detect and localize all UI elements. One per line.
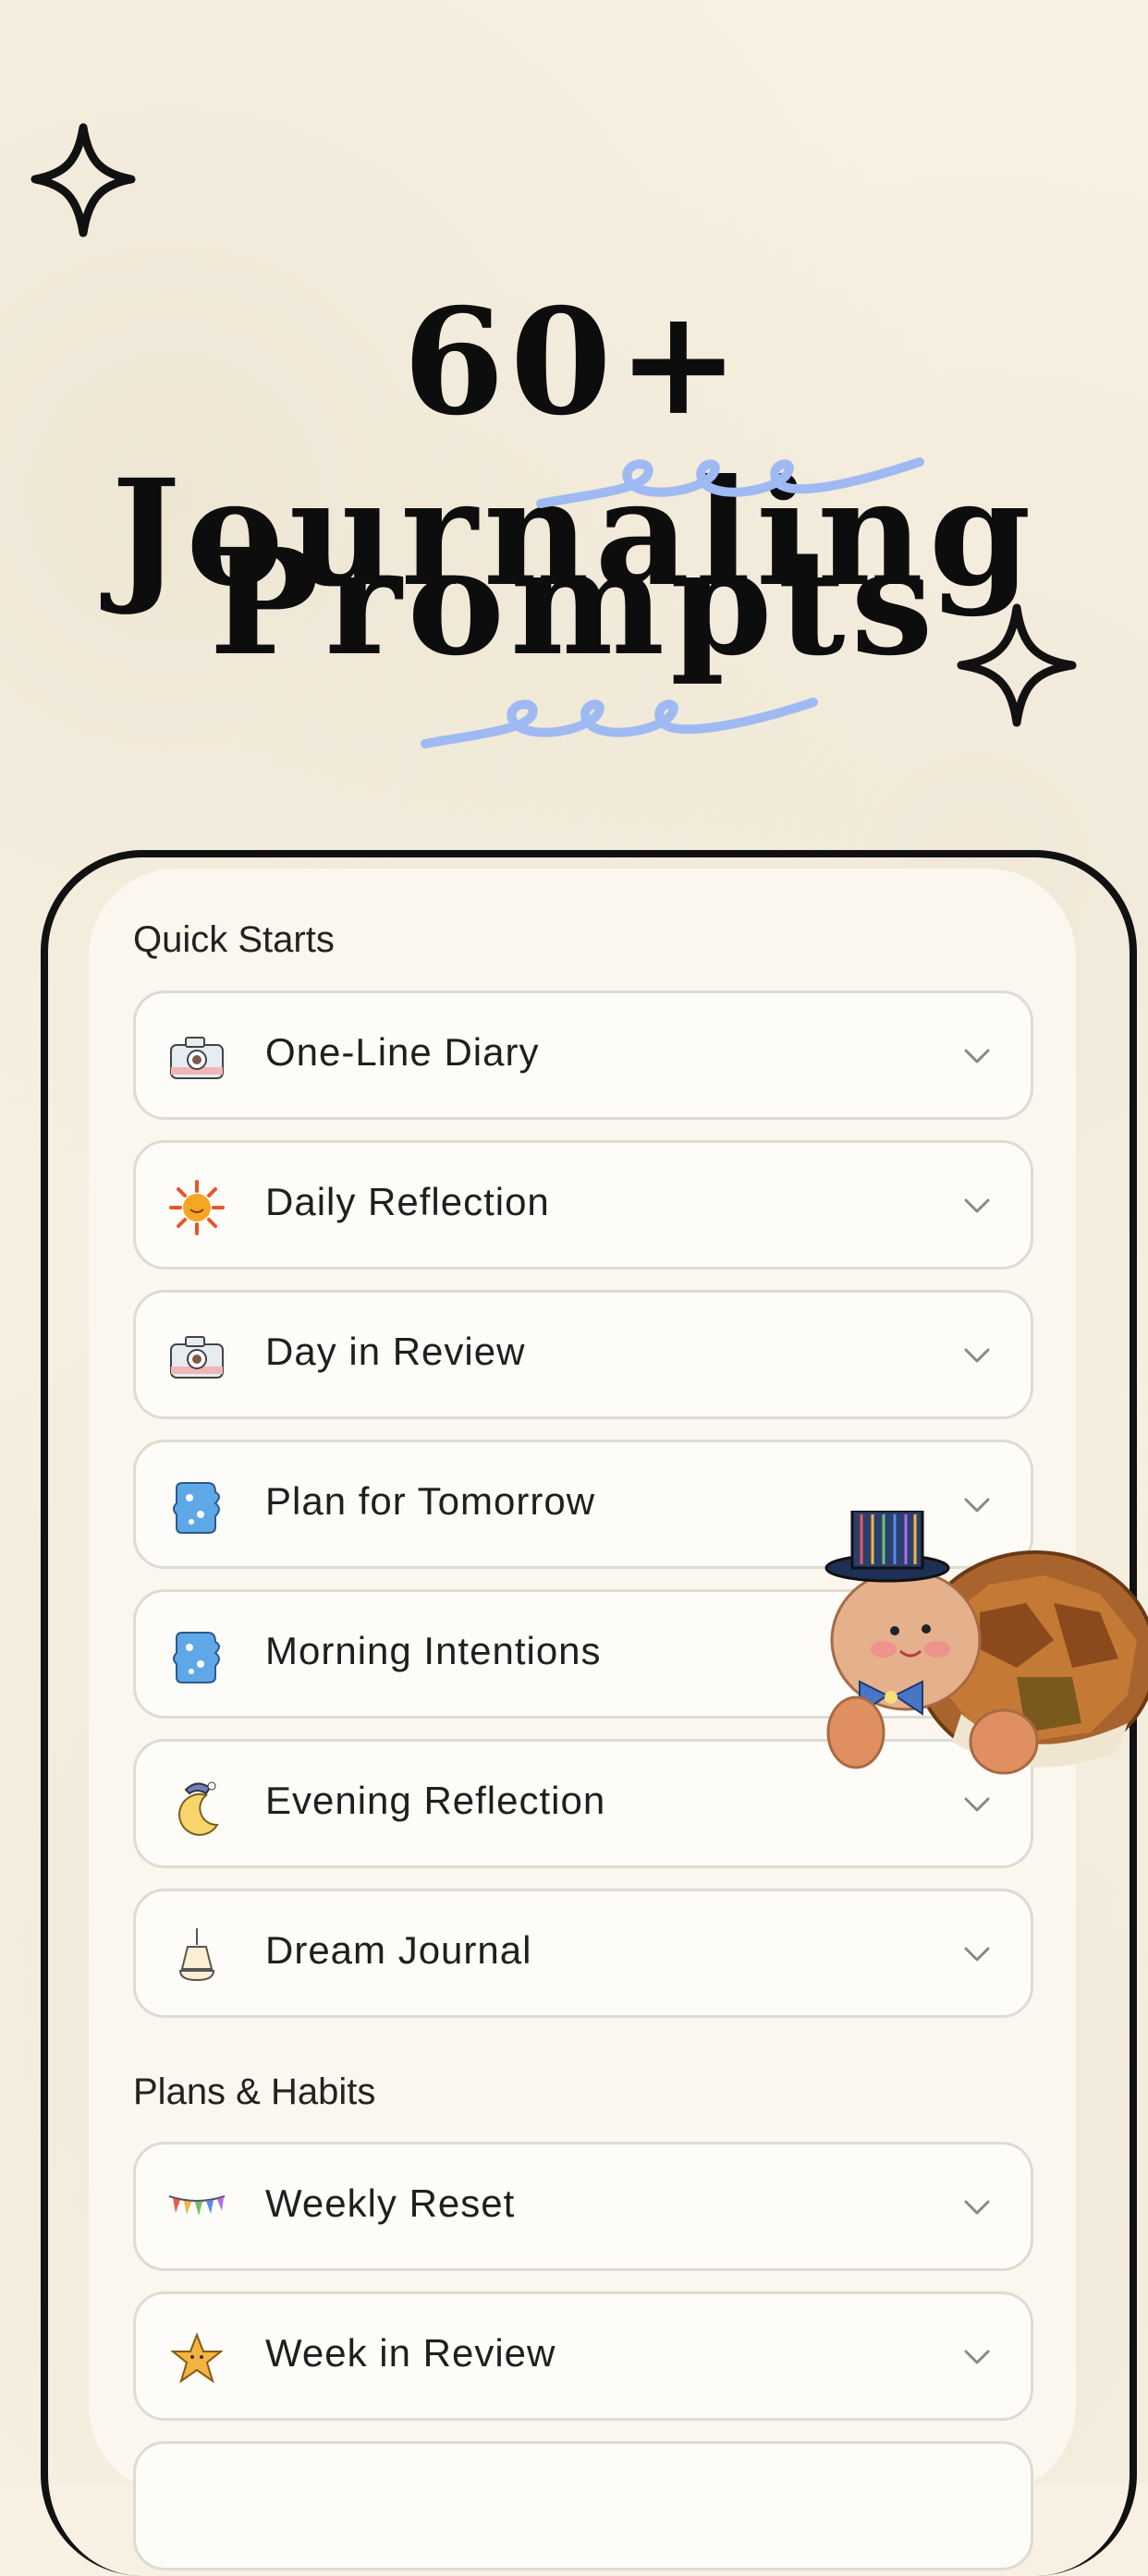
sparkle-icon bbox=[31, 123, 136, 237]
camera-icon bbox=[167, 1328, 226, 1387]
prompt-row-label: Weekly Reset bbox=[265, 2181, 516, 2225]
prompt-row-one-line-diary[interactable]: One-Line Diary bbox=[133, 990, 1033, 1120]
chevron-down-icon[interactable] bbox=[959, 1187, 995, 1224]
prompt-row-label: Day in Review bbox=[265, 1330, 526, 1373]
decorative-squiggle bbox=[536, 457, 924, 508]
star-icon bbox=[167, 2329, 226, 2388]
blue-puzzle-icon bbox=[167, 1477, 226, 1537]
prompt-row-week-in-review[interactable]: Week in Review bbox=[133, 2291, 1033, 2421]
prompt-row-label: Week in Review bbox=[265, 2331, 556, 2375]
camera-icon bbox=[167, 1028, 226, 1088]
chevron-down-icon[interactable] bbox=[959, 2339, 995, 2376]
sun-icon bbox=[167, 1178, 226, 1237]
prompt-row-label: Dream Journal bbox=[265, 1928, 532, 1972]
moon-icon bbox=[167, 1777, 226, 1836]
prompt-row-dream-journal[interactable]: Dream Journal bbox=[133, 1889, 1033, 2018]
chevron-down-icon[interactable] bbox=[959, 1038, 995, 1075]
prompt-row-label: Morning Intentions bbox=[265, 1629, 602, 1672]
bunting-icon bbox=[167, 2180, 226, 2239]
decorative-squiggle bbox=[421, 698, 818, 748]
chevron-down-icon[interactable] bbox=[959, 2189, 995, 2226]
headline-line-2: Prompts bbox=[209, 517, 939, 688]
blue-puzzle-icon bbox=[167, 1627, 226, 1686]
prompt-row-label: One-Line Diary bbox=[265, 1030, 540, 1074]
section-title-quick-starts: Quick Starts bbox=[133, 919, 335, 960]
turtle-mascot-illustration bbox=[824, 1511, 1148, 1775]
prompt-row-label: Evening Reflection bbox=[265, 1779, 606, 1822]
chevron-down-icon[interactable] bbox=[959, 1337, 995, 1374]
chevron-down-icon[interactable] bbox=[959, 1936, 995, 1973]
prompt-row-weekly-reset[interactable]: Weekly Reset bbox=[133, 2142, 1033, 2271]
prompt-row-label: Daily Reflection bbox=[265, 1180, 550, 1223]
section-title-plans-habits: Plans & Habits bbox=[133, 2072, 376, 2112]
prompt-row-day-in-review[interactable]: Day in Review bbox=[133, 1290, 1033, 1419]
lamp-icon bbox=[167, 1926, 226, 1986]
prompt-row-label: Plan for Tomorrow bbox=[265, 1479, 596, 1523]
prompt-row-daily-reflection[interactable]: Daily Reflection bbox=[133, 1140, 1033, 1270]
prompt-row-partial[interactable] bbox=[133, 2441, 1033, 2570]
